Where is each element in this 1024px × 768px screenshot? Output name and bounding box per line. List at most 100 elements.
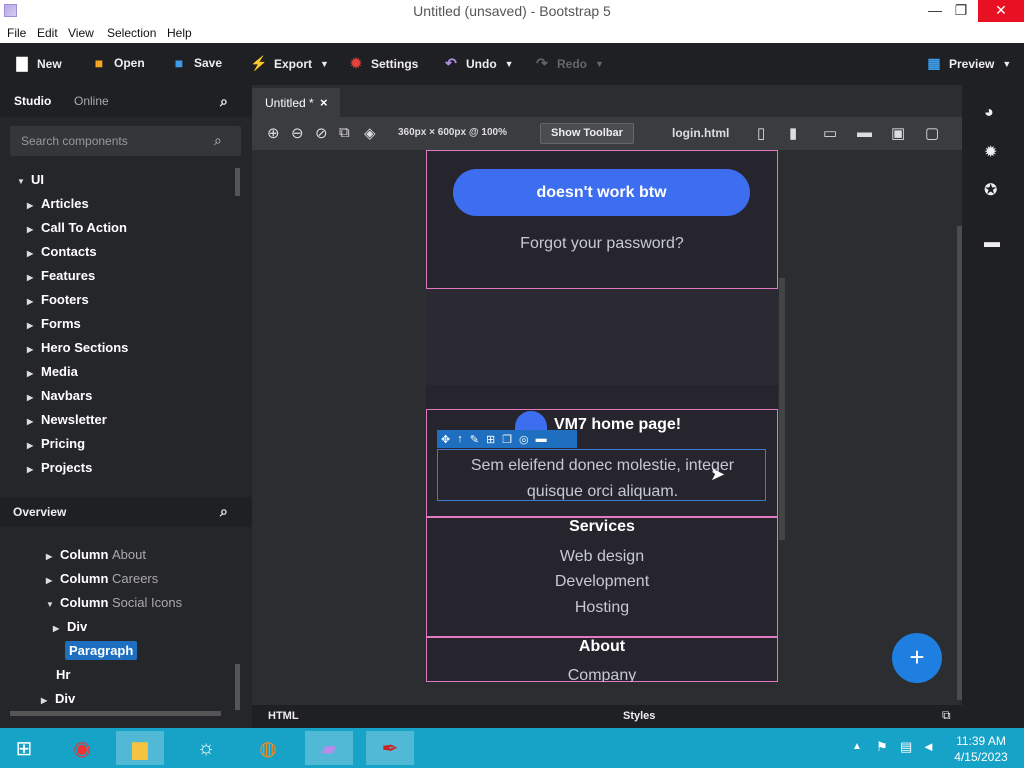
- clock-time: 11:39 AM: [956, 734, 1006, 748]
- tablet-portrait-icon[interactable]: ▮: [789, 124, 797, 142]
- component-item[interactable]: ▶ Call To Action: [27, 220, 127, 235]
- overview-scrollbar[interactable]: [235, 664, 240, 710]
- services-item[interactable]: Hosting: [426, 599, 778, 617]
- styles-tab[interactable]: Styles: [623, 710, 655, 722]
- menu-view[interactable]: View: [68, 26, 94, 40]
- edit-icon[interactable]: ✎: [470, 433, 479, 446]
- weather-icon[interactable]: ☼: [182, 731, 230, 765]
- export-button[interactable]: ⚡ Export ▼: [250, 55, 329, 72]
- overview-node[interactable]: ▶ Column About: [46, 547, 146, 562]
- component-item[interactable]: ▶ Articles: [27, 196, 89, 211]
- save-button[interactable]: ■ Save: [170, 55, 222, 71]
- component-item[interactable]: ▶ Media: [27, 364, 78, 379]
- menu-edit[interactable]: Edit: [37, 26, 58, 40]
- about-item[interactable]: Company: [426, 667, 778, 682]
- copy-icon[interactable]: ❐: [502, 433, 512, 446]
- component-item[interactable]: ▶ Features: [27, 268, 95, 283]
- gear-icon[interactable]: ✹: [984, 142, 997, 162]
- rotate-icon[interactable]: ⊘: [315, 124, 328, 142]
- clock[interactable]: 11:39 AM 4/15/2023: [948, 733, 1014, 765]
- preview-scrollbar[interactable]: [779, 278, 785, 540]
- doc-tab[interactable]: Untitled * ×: [252, 88, 340, 117]
- resize-icon[interactable]: ⧉: [339, 124, 350, 141]
- menu-file[interactable]: File: [7, 26, 26, 40]
- component-item[interactable]: ▶ Newsletter: [27, 412, 107, 427]
- flag-icon[interactable]: ⚑: [876, 739, 888, 755]
- star-icon[interactable]: ✪: [984, 180, 997, 200]
- preview-submit-button[interactable]: doesn't work btw: [453, 169, 750, 216]
- search-icon[interactable]: ⌕: [220, 503, 228, 520]
- component-item[interactable]: ▶ Forms: [27, 316, 81, 331]
- component-search-input[interactable]: Search components ⌕: [10, 126, 241, 156]
- search-placeholder: Search components: [21, 134, 128, 148]
- volume-icon[interactable]: ◄: [922, 739, 935, 754]
- services-item[interactable]: Web design: [426, 548, 778, 566]
- add-button[interactable]: +: [892, 633, 942, 683]
- tab-studio[interactable]: Studio: [14, 94, 51, 108]
- maximize-button[interactable]: ❐: [946, 0, 976, 22]
- laptop-icon[interactable]: ▬: [857, 124, 872, 141]
- search-icon[interactable]: ⌕: [220, 93, 228, 110]
- zoom-in-icon[interactable]: ⊕: [267, 124, 280, 142]
- forgot-password-link[interactable]: Forgot your password?: [426, 235, 778, 253]
- delete-icon[interactable]: ▬: [536, 433, 547, 445]
- new-button[interactable]: ▇ New: [13, 55, 62, 72]
- firefox-icon[interactable]: ◍: [244, 731, 292, 765]
- node-label: Column: [60, 595, 109, 610]
- component-item[interactable]: ▶ Footers: [27, 292, 89, 307]
- popout-icon[interactable]: ⧉: [942, 708, 951, 723]
- start-button[interactable]: ⊞: [0, 731, 48, 765]
- services-item[interactable]: Development: [426, 573, 778, 591]
- menu-selection[interactable]: Selection: [107, 26, 156, 40]
- tray-overflow-icon[interactable]: ▲: [852, 741, 862, 752]
- overview-node-selected[interactable]: Paragraph: [65, 641, 138, 660]
- component-item[interactable]: ▶ Contacts: [27, 244, 97, 259]
- node-label: Column: [60, 547, 109, 562]
- overview-node[interactable]: ▶ Column Careers: [46, 571, 158, 586]
- close-tab-icon[interactable]: ×: [320, 95, 328, 110]
- undo-button[interactable]: ↶ Undo ▼: [442, 55, 513, 72]
- component-item[interactable]: ▶ Pricing: [27, 436, 85, 451]
- close-button[interactable]: ✕: [978, 0, 1024, 22]
- preview-button[interactable]: ▦ Preview ▼: [925, 55, 1011, 72]
- desktop-icon[interactable]: ▣: [891, 124, 905, 142]
- clock-date: 4/15/2023: [954, 750, 1008, 764]
- menu-help[interactable]: Help: [167, 26, 192, 40]
- arrow-up-icon[interactable]: ↑: [457, 433, 463, 445]
- zoom-out-icon[interactable]: ⊖: [291, 124, 304, 142]
- overview-node[interactable]: ▼ Column Social Icons: [46, 595, 182, 610]
- tablet-landscape-icon[interactable]: ▭: [823, 124, 837, 142]
- components-scrollbar[interactable]: [235, 168, 240, 196]
- file-explorer-icon[interactable]: ▆: [116, 731, 164, 765]
- show-toolbar-button[interactable]: Show Toolbar: [540, 123, 634, 144]
- settings-button[interactable]: ✹ Settings: [347, 55, 418, 72]
- wide-desktop-icon[interactable]: ▢: [925, 124, 939, 142]
- layers-icon[interactable]: ◈: [364, 124, 376, 142]
- overview-hscrollbar[interactable]: [10, 711, 221, 716]
- component-item[interactable]: ▶ Projects: [27, 460, 92, 475]
- open-button[interactable]: ■ Open: [90, 55, 145, 71]
- redo-button[interactable]: ↷ Redo ▼: [533, 55, 604, 72]
- expand-icon[interactable]: ⊞: [486, 433, 495, 446]
- palette-icon[interactable]: ◕: [984, 104, 994, 122]
- caret-right-icon: ▶: [27, 201, 34, 210]
- html-tab[interactable]: HTML: [268, 710, 299, 722]
- feather-app-icon[interactable]: ✒: [366, 731, 414, 765]
- network-icon[interactable]: ▤: [900, 739, 912, 755]
- phone-portrait-icon[interactable]: ▯: [757, 124, 765, 142]
- hide-icon[interactable]: ◎: [519, 433, 529, 446]
- overview-node[interactable]: ▶ Div: [53, 619, 87, 634]
- tab-online[interactable]: Online: [74, 94, 109, 108]
- bootstrap-studio-icon[interactable]: ▰: [305, 731, 353, 765]
- caret-right-icon: ▶: [41, 696, 48, 705]
- component-item[interactable]: ▶ Hero Sections: [27, 340, 128, 355]
- component-item[interactable]: ▶ Navbars: [27, 388, 92, 403]
- chrome-icon[interactable]: ◉: [58, 731, 106, 765]
- canvas-size-dropdown[interactable]: 360px × 600px @ 100%: [398, 127, 507, 138]
- overview-node[interactable]: ▶ Div: [41, 691, 75, 706]
- file-dropdown[interactable]: login.html: [672, 126, 729, 140]
- overview-node[interactable]: Hr: [56, 667, 70, 682]
- tree-root-ui[interactable]: ▼ UI: [17, 172, 44, 187]
- folder-icon[interactable]: ▬: [984, 234, 1000, 252]
- move-icon[interactable]: ✥: [441, 433, 450, 446]
